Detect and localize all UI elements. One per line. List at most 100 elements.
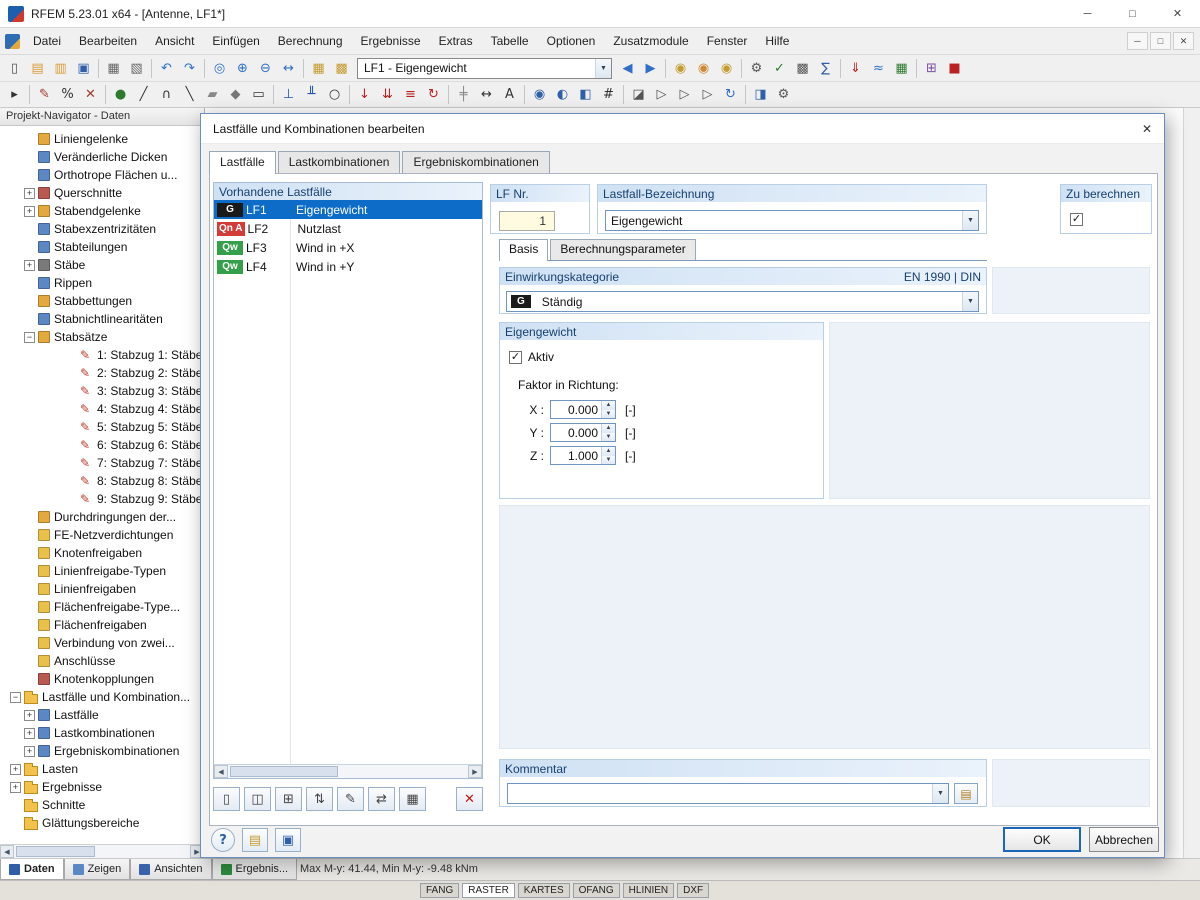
active-checkbox[interactable]: ✓	[509, 351, 522, 364]
spinner-control[interactable]: ▲▼	[601, 447, 615, 464]
select-pointer-icon[interactable]: ▸	[3, 84, 26, 106]
section-plane-icon[interactable]: ◧	[574, 84, 597, 106]
snap-toggle-raster[interactable]: RASTER	[462, 883, 515, 898]
nodal-load-icon[interactable]: ↓	[353, 84, 376, 106]
tree-item-glättungsbereiche[interactable]: Glättungsbereiche	[0, 814, 204, 832]
show-results-icon[interactable]: ≈	[867, 57, 890, 79]
tree-expander[interactable]: +	[24, 746, 35, 757]
menu-item-berechnung[interactable]: Berechnung	[269, 28, 352, 54]
save-icon[interactable]: ▣	[72, 57, 95, 79]
tree-expander[interactable]: +	[10, 764, 21, 775]
view-z-icon[interactable]: ▷	[696, 84, 719, 106]
guideline-icon[interactable]: ╪	[452, 84, 475, 106]
previous-load-case-icon[interactable]: ◀	[616, 57, 639, 79]
zoom-in-icon[interactable]: ⊕	[231, 57, 254, 79]
display-properties-icon[interactable]: ⚙	[772, 84, 795, 106]
description-combo[interactable]: Eigengewicht ▼	[605, 210, 979, 231]
dropdown-caret-icon[interactable]: ▼	[962, 292, 978, 311]
tree-expander[interactable]: +	[24, 260, 35, 271]
project-manager-icon[interactable]: ▥	[49, 57, 72, 79]
tree-item-lastfälle[interactable]: +Lastfälle	[0, 706, 204, 724]
load-case-row-lf4[interactable]: QwLF4Wind in +Y	[214, 257, 482, 276]
moment-load-icon[interactable]: ↻	[422, 84, 445, 106]
menu-item-datei[interactable]: Datei	[24, 28, 70, 54]
tree-expander[interactable]: −	[24, 332, 35, 343]
maximize-button[interactable]: □	[1110, 0, 1155, 27]
snap-percent-icon[interactable]: %	[56, 84, 79, 106]
snap-toggle-hlinien[interactable]: HLINIEN	[623, 883, 674, 898]
print-graphic-icon[interactable]: ▦	[102, 57, 125, 79]
spinner-control[interactable]: ▲▼	[601, 401, 615, 418]
dialog-tab-lastfälle[interactable]: Lastfälle	[209, 151, 276, 174]
view-x-icon[interactable]: ▷	[650, 84, 673, 106]
new-opening-icon[interactable]: ▭	[247, 84, 270, 106]
minimize-button[interactable]: ─	[1065, 0, 1110, 27]
line-support-icon[interactable]: ╨	[300, 84, 323, 106]
renumber-button[interactable]: ⇅	[306, 787, 333, 811]
tree-item-2-stabzug-2-stäbe[interactable]: ✎2: Stabzug 2: Stäbe	[0, 364, 204, 382]
add-modules-icon[interactable]: ⊞	[920, 57, 943, 79]
menu-item-bearbeiten[interactable]: Bearbeiten	[70, 28, 146, 54]
tree-item-orthotrope-flächen-u[interactable]: Orthotrope Flächen u...	[0, 166, 204, 184]
dropdown-caret-icon[interactable]: ▼	[962, 211, 978, 230]
edit-load-case-button[interactable]: ✎	[337, 787, 364, 811]
to-calculate-checkbox[interactable]: ✓	[1070, 213, 1083, 226]
copy-load-case-button[interactable]: ◫	[244, 787, 271, 811]
scroll-right-button[interactable]: ▶	[468, 765, 482, 778]
surface-load-icon[interactable]: ≡	[399, 84, 422, 106]
transfer-load-case-button[interactable]: ⇄	[368, 787, 395, 811]
partial-view-icon[interactable]: ◐	[551, 84, 574, 106]
tree-item-flächenfreigabe-type[interactable]: Flächenfreigabe-Type...	[0, 598, 204, 616]
mdi-minimize-button[interactable]: ─	[1127, 32, 1148, 50]
standard-settings-button[interactable]: ▤	[242, 828, 268, 852]
lf-nr-input[interactable]: 1	[499, 211, 555, 231]
tree-item-4-stabzug-4-stäbe[interactable]: ✎4: Stabzug 4: Stäbe	[0, 400, 204, 418]
dialog-title-bar[interactable]: Lastfälle und Kombinationen bearbeiten ✕	[201, 114, 1164, 144]
tree-expander[interactable]: +	[10, 782, 21, 793]
view-y-icon[interactable]: ▷	[673, 84, 696, 106]
new-load-case-button[interactable]: ▯	[213, 787, 240, 811]
add-combination-button[interactable]: ⊞	[275, 787, 302, 811]
spinner-up-icon[interactable]: ▲	[602, 401, 615, 410]
navigator-hscrollbar[interactable]: ◀ ▶	[0, 844, 204, 858]
tree-item-fe-netzverdichtungen[interactable]: FE-Netzverdichtungen	[0, 526, 204, 544]
panel-tab-ansichten[interactable]: Ansichten	[130, 859, 211, 880]
dropdown-caret-icon[interactable]: ▼	[932, 784, 948, 803]
move-view-icon[interactable]: ↔	[277, 57, 300, 79]
tree-item-veränderliche-dicken[interactable]: Veränderliche Dicken	[0, 148, 204, 166]
line-load-icon[interactable]: ⇊	[376, 84, 399, 106]
new-arc-icon[interactable]: ∩	[155, 84, 178, 106]
rotate-view-icon[interactable]: ↻	[719, 84, 742, 106]
factor-input[interactable]: 0.000▲▼	[550, 423, 616, 442]
tree-expander[interactable]: +	[24, 710, 35, 721]
dialog-tab-ergebniskombinationen[interactable]: Ergebniskombinationen	[402, 151, 549, 173]
find-member-icon[interactable]: ◉	[715, 57, 738, 79]
load-case-row-lf3[interactable]: QwLF3Wind in +X	[214, 238, 482, 257]
result-table-icon[interactable]: ▦	[890, 57, 913, 79]
scroll-left-button[interactable]: ◀	[0, 845, 14, 858]
menu-item-zusatzmodule[interactable]: Zusatzmodule	[604, 28, 697, 54]
delete-load-case-button[interactable]: ✕	[456, 787, 483, 811]
open-project-icon[interactable]: ▤	[26, 57, 49, 79]
factor-input[interactable]: 1.000▲▼	[550, 446, 616, 465]
dialog-close-button[interactable]: ✕	[1130, 117, 1164, 141]
mdi-restore-button[interactable]: □	[1150, 32, 1171, 50]
undo-icon[interactable]: ↶	[155, 57, 178, 79]
scrollbar-thumb[interactable]	[230, 766, 338, 777]
menu-item-extras[interactable]: Extras	[430, 28, 482, 54]
new-line-icon[interactable]: ╱	[132, 84, 155, 106]
calculate-all-icon[interactable]: ∑	[814, 57, 837, 79]
check-model-icon[interactable]: ✓	[768, 57, 791, 79]
close-button[interactable]: ✕	[1155, 0, 1200, 27]
find-line-icon[interactable]: ◉	[692, 57, 715, 79]
new-node-icon[interactable]: ●	[109, 84, 132, 106]
redo-icon[interactable]: ↷	[178, 57, 201, 79]
nodal-support-icon[interactable]: ⊥	[277, 84, 300, 106]
tree-expander[interactable]: +	[24, 206, 35, 217]
new-member-icon[interactable]: ╲	[178, 84, 201, 106]
tree-item-verbindung-von-zwei[interactable]: Verbindung von zwei...	[0, 634, 204, 652]
tree-expander[interactable]: +	[24, 728, 35, 739]
tree-item-ergebnisse[interactable]: +Ergebnisse	[0, 778, 204, 796]
comment-presets-button[interactable]: ▤	[954, 783, 978, 804]
scrollbar-track[interactable]	[14, 845, 190, 858]
